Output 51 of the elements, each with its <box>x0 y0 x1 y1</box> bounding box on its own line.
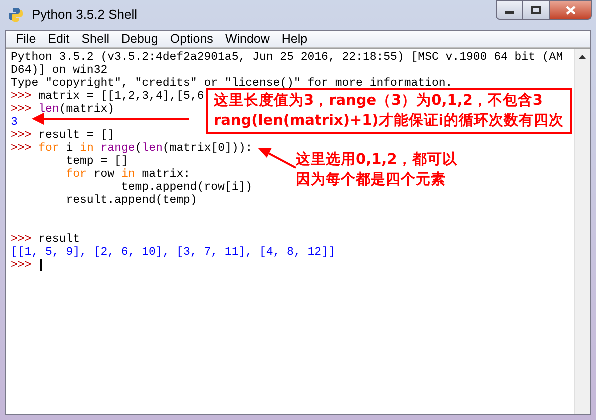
prompt: >>> <box>11 259 32 272</box>
output-text: 3 <box>11 116 18 129</box>
close-button[interactable] <box>549 0 592 20</box>
annotation-arrow <box>258 148 296 169</box>
python-icon <box>8 7 24 23</box>
menu-item[interactable]: Options <box>164 32 220 46</box>
code-text: matrix = [[1,2,3,4],[5,6 <box>38 90 204 103</box>
code-text: Python 3.5.2 (v3.5.2:4def2a2901a5, Jun 25 2016, 22:18:55) [MSC v.1900 64 bit (AM <box>11 51 564 64</box>
window-title: Python 3.5.2 Shell <box>32 6 138 24</box>
code-text: for <box>38 142 60 155</box>
code-text: len <box>38 103 60 116</box>
code-text: D64)] on win32 <box>11 64 108 77</box>
code-text: (matrix[0])): <box>162 142 253 155</box>
maximize-button[interactable] <box>523 0 549 20</box>
menu-item[interactable]: File <box>10 32 42 46</box>
scrollbar[interactable] <box>574 49 590 414</box>
menu-item[interactable]: Shell <box>76 32 116 46</box>
annotation-text: 这里选用0,1,2，都可以 因为每个都是四个元素 <box>296 150 458 190</box>
menu-item[interactable]: Help <box>276 32 314 46</box>
maximize-icon <box>531 6 541 14</box>
annotation-box: 这里长度值为3，range（3）为0,1,2，不包含3 rang(len(matrix)+1)才能保证i的循环次数有四次 <box>206 88 572 134</box>
code-text: for <box>66 168 87 181</box>
minimize-icon <box>505 11 514 14</box>
code-text: i <box>66 142 74 155</box>
prompt: >>> <box>11 103 32 116</box>
code-text: temp.append(row[i]) <box>121 181 253 194</box>
code-text: in <box>80 142 94 155</box>
prompt: >>> <box>11 129 32 142</box>
prompt: >>> <box>11 142 32 155</box>
menu-item[interactable]: Debug <box>116 32 164 46</box>
close-icon <box>566 6 576 14</box>
code-text: Type "copyright", "credits" or "license()" for more information. <box>11 77 453 90</box>
output-text: [[1, 5, 9], [2, 6, 10], [3, 7, 11], [4, 8, 12]] <box>11 246 336 259</box>
scroll-up-icon <box>579 55 586 59</box>
menu-item[interactable]: Window <box>219 32 276 46</box>
code-text: ( <box>135 142 142 155</box>
code-text: matrix: <box>142 168 190 181</box>
text-cursor <box>40 259 42 271</box>
code-text: in <box>121 168 136 181</box>
code-text: (matrix) <box>59 103 115 116</box>
prompt: >>> <box>11 233 32 246</box>
code-text: result.append(temp) <box>66 194 198 207</box>
code-text: row <box>94 168 115 181</box>
minimize-button[interactable] <box>496 0 523 20</box>
code-text: temp = [] <box>66 155 128 168</box>
menu-item[interactable]: Edit <box>42 32 76 46</box>
code-text: len <box>142 142 163 155</box>
code-text: range <box>100 142 136 155</box>
code-text: result <box>38 233 80 246</box>
prompt: >>> <box>11 90 32 103</box>
code-text: result = [] <box>38 129 115 142</box>
